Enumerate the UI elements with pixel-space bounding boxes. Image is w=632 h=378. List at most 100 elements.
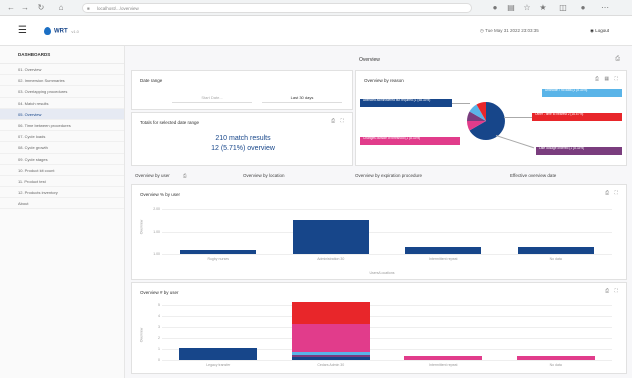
bar-3-series-1[interactable] <box>405 246 482 254</box>
reader-icon[interactable]: ▤ <box>506 3 516 13</box>
tab-overview-by-user[interactable]: Overview by user ⎙ <box>135 170 187 182</box>
logout-label: Logout <box>595 28 609 33</box>
pie-label-other: Other - time to nearest 2 (16.67%) <box>532 113 622 121</box>
pie-title: Overview by reason <box>364 78 404 83</box>
bar-2-series-2[interactable] <box>291 354 370 358</box>
y-tick-label: 3 <box>158 325 160 329</box>
y-tick-label: 1 <box>158 347 160 351</box>
x-tick-label: No data <box>549 257 562 261</box>
sidebar-item-cycle-loads[interactable]: 07. Cycle loads <box>0 131 124 143</box>
pie-label-late-dosage: Late dosage ordered (1 (8.33%) <box>536 147 622 155</box>
home-icon[interactable]: ⌂ <box>56 3 66 13</box>
favorite-icon[interactable]: ☆ <box>522 3 532 13</box>
chart2-plot: 5 4 3 2 1 0 Legacy transfer Cedars Admin 30 Inte… <box>132 283 628 375</box>
sidebar-item-cycle-growth[interactable]: 08. Cycle growth <box>0 142 124 154</box>
clock-icon: ◷ <box>480 28 484 33</box>
pie-card: Overview by reason ⎙ ▦ ⛶ Attended admini… <box>355 70 627 166</box>
bar-3-series-4[interactable] <box>404 356 483 360</box>
sidebar-item-product-kit[interactable]: 10. Product kit count <box>0 165 124 176</box>
sidebar-item-product-test[interactable]: 11. Product test <box>0 176 124 188</box>
pie-label-unknown: Unknown / no data (1 (8.33%) <box>542 89 622 97</box>
expand-icon[interactable]: ⛶ <box>614 76 620 82</box>
split-icon[interactable]: ◫ <box>558 3 568 13</box>
x-tick-label: Legacy transfer <box>206 363 231 367</box>
bar-1-series-1[interactable] <box>179 347 258 360</box>
pie-leader-line <box>452 103 470 104</box>
y-tick-label: 0 <box>158 358 160 362</box>
sidebar-item-overview[interactable]: 01. Overview <box>0 64 124 76</box>
table-icon[interactable]: ▦ <box>604 76 611 82</box>
y-tick-label: 5 <box>158 303 160 307</box>
datetime-text: Tue May 31 2022 23:03:35 <box>485 28 539 33</box>
y-tick-label: 1.00 <box>153 252 160 256</box>
sidebar-item-about[interactable]: About <box>0 198 124 210</box>
pie-card-icons: ⎙ ▦ ⛶ <box>595 76 620 82</box>
sidebar-heading: DASHBOARDS <box>0 46 124 64</box>
print-icon[interactable]: ⎙ <box>331 118 337 124</box>
gridline <box>162 305 612 306</box>
tab-effective-overview-date[interactable]: Effective overview date <box>510 170 556 182</box>
bar-4-series-4[interactable] <box>516 356 595 360</box>
logout-button[interactable]: ◉ Logout <box>590 28 609 34</box>
start-date-input[interactable]: Start Date... <box>172 93 252 103</box>
chart-card-percent: Overview % by user ⎙ ⛶ 2.00 1.00 1.00 Rugby… <box>131 184 627 280</box>
chart2-ylabel: Overview <box>139 327 144 343</box>
totals-title: Totals for selected date range <box>140 120 200 125</box>
collections-icon[interactable]: ★ <box>538 3 548 13</box>
chart1-xlabel: Users/Locations <box>369 271 395 275</box>
x-tick-label: Cedars Admin 30 <box>317 363 345 367</box>
tab-overview-by-expiration[interactable]: Overview by expiration procedure <box>355 170 422 182</box>
bar-2-series-1[interactable] <box>292 220 369 254</box>
forward-icon[interactable]: → <box>20 3 30 13</box>
reload-icon[interactable]: ↻ <box>36 3 46 13</box>
sidebar-item-match-results[interactable]: 04. Match results <box>0 98 124 109</box>
address-bar[interactable]: ■ localhost/.../overview <box>82 3 472 13</box>
bar-1-series-1[interactable] <box>180 250 257 254</box>
date-range-card: Date range Start Date... Last 30 days <box>131 70 353 110</box>
pie-leader-line <box>495 135 535 149</box>
sidebar-item-overview-active[interactable]: 05. Overview <box>0 108 124 120</box>
bar-2-series-3[interactable] <box>291 351 370 355</box>
more-icon[interactable]: ⋯ <box>600 3 610 13</box>
bar-2-series-5[interactable] <box>291 302 370 325</box>
tab-overview-by-location[interactable]: Overview by location <box>243 170 285 182</box>
print-icon[interactable]: ⎙ <box>615 56 620 63</box>
main-content: Overview ⎙ Date range Start Date... Last… <box>125 46 632 378</box>
browser-toolbar: ← → ↻ ⌂ ■ localhost/.../overview ● ▤ ☆ ★… <box>0 0 632 16</box>
sidebar-item-time-between[interactable]: 06. Time between procedures <box>0 120 124 132</box>
profile-icon[interactable]: ● <box>578 3 588 13</box>
sidebar-item-overlapping[interactable]: 03. Overlapping procedures <box>0 86 124 98</box>
print-icon[interactable]: ⎙ <box>595 76 601 82</box>
y-tick-label: 4 <box>158 314 160 318</box>
bar-4-series-1[interactable] <box>517 246 594 254</box>
tab-label: Overview by user <box>135 173 170 178</box>
page-title: Overview <box>359 57 380 63</box>
url-text: localhost/.../overview <box>97 6 139 11</box>
match-results-count: 210 match results <box>215 135 271 142</box>
bar-2-series-4[interactable] <box>291 324 370 352</box>
gridline <box>162 316 612 317</box>
chart1-plot: 2.00 1.00 1.00 Rugby nurses Administration 3… <box>132 185 628 281</box>
date-range-select[interactable]: Last 30 days <box>262 93 342 103</box>
app-name: WRT <box>54 28 68 35</box>
sidebar-item-immersion[interactable]: 02. Immersion Summaries <box>0 75 124 87</box>
app-header: ☰ WRT v1.0 ◷ Tue May 31 2022 23:03:35 ◉ … <box>0 16 632 46</box>
bar-2-series-1[interactable] <box>291 357 370 360</box>
gridline <box>162 209 612 210</box>
app-logo[interactable]: WRT v1.0 <box>44 27 79 35</box>
back-icon[interactable]: ← <box>6 3 16 13</box>
sidebar: DASHBOARDS 01. Overview 02. Immersion Su… <box>0 46 125 378</box>
sidebar-item-cycle-stages[interactable]: 09. Cycle stages <box>0 154 124 165</box>
page-title-bar: Overview ⎙ <box>353 52 626 68</box>
extension-icon[interactable]: ● <box>490 3 500 13</box>
gridline <box>162 327 612 328</box>
pie-leader-line <box>504 117 532 118</box>
chart1-ylabel: Overview <box>139 219 144 235</box>
expand-icon[interactable]: ⛶ <box>340 118 346 124</box>
y-tick-label: 2.00 <box>153 207 160 211</box>
sidebar-item-inventory[interactable]: 12. Products inventory <box>0 187 124 199</box>
user-icon: ◉ <box>590 28 594 33</box>
x-tick-label: Intermittent repeat <box>429 363 458 367</box>
menu-icon[interactable]: ☰ <box>18 25 27 37</box>
print-icon[interactable]: ⎙ <box>183 173 187 178</box>
